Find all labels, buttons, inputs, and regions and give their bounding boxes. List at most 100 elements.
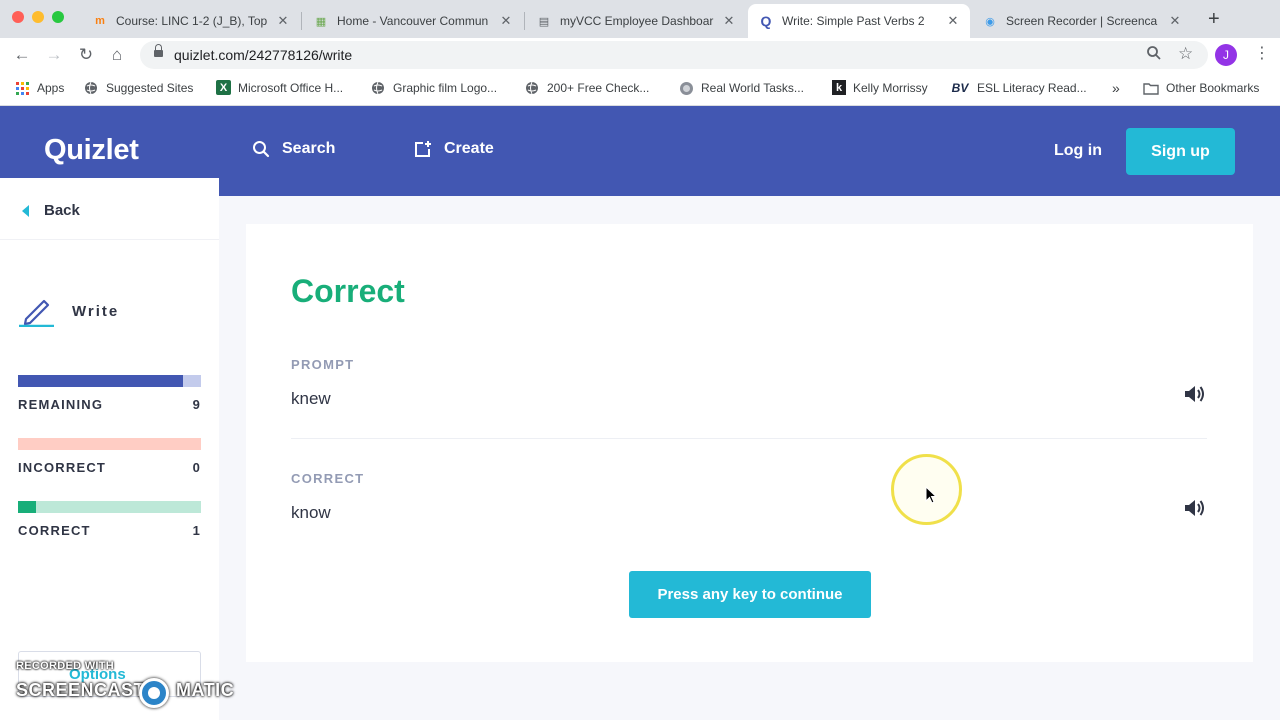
bookmarks-bar: Apps Suggested Sites X Microsoft Office … bbox=[0, 72, 1280, 106]
bookmark-label: Other Bookmarks bbox=[1166, 81, 1260, 95]
progress-fill bbox=[18, 375, 183, 387]
progress-label: CORRECT bbox=[18, 523, 91, 538]
browser-tab-screencast[interactable]: ◉ Screen Recorder | Screenca ✕ bbox=[972, 4, 1192, 38]
profile-avatar[interactable]: J bbox=[1215, 44, 1237, 66]
correct-value: know bbox=[291, 503, 331, 522]
signup-button[interactable]: Sign up bbox=[1126, 128, 1235, 175]
tab-title: Home - Vancouver Commun bbox=[337, 14, 489, 28]
progress-bar bbox=[18, 375, 201, 387]
bookmark-other-bookmarks[interactable]: Other Bookmarks bbox=[1143, 80, 1259, 96]
bookmark-apps[interactable]: Apps bbox=[14, 80, 64, 96]
progress-fill bbox=[18, 501, 37, 513]
watermark-top-text: RECORDED WITH bbox=[16, 660, 115, 672]
k-icon: k bbox=[832, 80, 846, 95]
zoom-magnifier-icon[interactable] bbox=[1146, 45, 1162, 65]
bookmarks-overflow-chevron-icon[interactable]: » bbox=[1112, 80, 1120, 96]
globe-icon bbox=[83, 80, 99, 96]
watermark-left-text: SCREENCAST bbox=[16, 680, 146, 700]
quizlet-logo[interactable]: Quizlet bbox=[44, 134, 139, 167]
screencast-logo-icon bbox=[139, 678, 169, 708]
correct-audio-speaker-icon[interactable] bbox=[1183, 497, 1207, 519]
bookmark-microsoft-office[interactable]: X Microsoft Office H... bbox=[216, 80, 343, 95]
bookmark-label: Microsoft Office H... bbox=[238, 80, 344, 95]
tab-title: Course: LINC 1-2 (J_B), Top bbox=[116, 14, 268, 28]
header-search-button[interactable]: Search bbox=[252, 140, 335, 158]
result-heading: Correct bbox=[291, 273, 405, 309]
browser-tab-bar: m Course: LINC 1-2 (J_B), Top ✕ ▦ Home -… bbox=[0, 0, 1280, 38]
tab-close-icon[interactable]: ✕ bbox=[499, 13, 513, 29]
bookmark-real-world-tasks[interactable]: Real World Tasks... bbox=[678, 80, 804, 96]
progress-label: INCORRECT bbox=[18, 460, 107, 475]
browser-toolbar: ← → ↻ ⌂ quizlet.com/242778126/write ☆ J … bbox=[0, 38, 1280, 72]
mode-label: Write bbox=[72, 302, 120, 320]
mouse-pointer-icon bbox=[925, 486, 937, 504]
bookmark-label: Apps bbox=[37, 81, 65, 95]
tab-close-icon[interactable]: ✕ bbox=[722, 13, 736, 29]
progress-bar bbox=[18, 438, 201, 450]
create-label: Create bbox=[444, 140, 494, 157]
bookmark-esl-literacy[interactable]: BV ESL Literacy Read... bbox=[950, 80, 1087, 96]
sidebar-divider bbox=[0, 239, 219, 240]
back-button[interactable]: Back bbox=[22, 202, 80, 219]
progress-remaining: REMAINING 9 bbox=[18, 375, 201, 412]
globe-icon bbox=[370, 80, 386, 96]
address-bar[interactable]: quizlet.com/242778126/write ☆ bbox=[140, 41, 1208, 69]
document-favicon-icon: ▤ bbox=[538, 15, 550, 28]
tab-close-icon[interactable]: ✕ bbox=[276, 13, 290, 29]
bookmark-suggested-sites[interactable]: Suggested Sites bbox=[83, 80, 193, 96]
bookmark-label: Suggested Sites bbox=[106, 81, 194, 95]
forward-arrow-icon[interactable]: → bbox=[44, 45, 64, 65]
login-link[interactable]: Log in bbox=[1054, 142, 1102, 160]
back-label: Back bbox=[44, 202, 80, 219]
bookmark-label: 200+ Free Check... bbox=[547, 81, 650, 95]
write-pen-icon bbox=[19, 299, 54, 327]
progress-incorrect: INCORRECT 0 bbox=[18, 438, 201, 475]
prompt-audio-speaker-icon[interactable] bbox=[1183, 383, 1207, 405]
browser-tab-vcc-home[interactable]: ▦ Home - Vancouver Commun ✕ bbox=[303, 4, 523, 38]
screencast-favicon-icon: ◉ bbox=[985, 15, 995, 28]
folder-icon bbox=[1143, 80, 1159, 96]
bookmark-star-icon[interactable]: ☆ bbox=[1178, 44, 1193, 64]
window-minimize-button[interactable] bbox=[32, 11, 44, 23]
bookmark-label: Kelly Morrissy bbox=[853, 80, 928, 95]
search-icon bbox=[253, 141, 270, 158]
answer-feedback-card: Correct PROMPT knew CORRECT know Press a… bbox=[246, 224, 1253, 662]
tab-close-icon[interactable]: ✕ bbox=[1168, 13, 1182, 29]
progress-bar bbox=[18, 501, 201, 513]
globe-icon bbox=[524, 80, 540, 96]
bookmark-kelly-morrissy[interactable]: k Kelly Morrissy bbox=[832, 80, 928, 95]
bookmark-label: ESL Literacy Read... bbox=[977, 81, 1087, 95]
new-tab-plus-icon[interactable]: + bbox=[1208, 9, 1220, 29]
bookmark-label: Graphic film Logo... bbox=[393, 81, 498, 95]
browser-menu-icon[interactable]: ⋮ bbox=[1254, 44, 1270, 64]
quizlet-favicon-icon: Q bbox=[760, 13, 772, 29]
bookmark-graphic-film[interactable]: Graphic film Logo... bbox=[370, 80, 497, 96]
bv-icon: BV bbox=[951, 81, 969, 95]
browser-tab-quizlet-write[interactable]: Q Write: Simple Past Verbs 2 ✕ bbox=[748, 4, 970, 38]
window-zoom-button[interactable] bbox=[52, 11, 64, 23]
progress-count: 9 bbox=[192, 397, 201, 412]
continue-button[interactable]: Press any key to continue bbox=[629, 571, 871, 618]
search-label: Search bbox=[282, 140, 336, 157]
header-create-button[interactable]: Create bbox=[414, 140, 494, 158]
lock-icon bbox=[154, 44, 163, 60]
address-url[interactable]: quizlet.com/242778126/write bbox=[174, 47, 352, 63]
moodle-favicon-icon: m bbox=[95, 15, 105, 27]
tab-title: Screen Recorder | Screenca bbox=[1006, 14, 1158, 28]
window-close-button[interactable] bbox=[12, 11, 24, 23]
bookmark-free-check[interactable]: 200+ Free Check... bbox=[524, 80, 649, 96]
study-mode-indicator: Write bbox=[18, 295, 119, 327]
back-arrow-icon[interactable]: ← bbox=[12, 45, 32, 65]
reload-icon[interactable]: ↻ bbox=[76, 45, 96, 65]
tab-separator bbox=[524, 12, 525, 30]
screencast-watermark: RECORDED WITH SCREENCAST MATIC bbox=[16, 660, 246, 712]
back-triangle-icon bbox=[22, 204, 29, 217]
browser-tab-linc-course[interactable]: m Course: LINC 1-2 (J_B), Top ✕ bbox=[82, 4, 300, 38]
browser-tab-myvcc[interactable]: ▤ myVCC Employee Dashboar ✕ bbox=[526, 4, 746, 38]
correct-label: CORRECT bbox=[291, 471, 365, 486]
apps-grid-icon bbox=[14, 80, 30, 96]
home-icon[interactable]: ⌂ bbox=[107, 45, 127, 65]
prompt-value: knew bbox=[291, 389, 331, 408]
tab-close-icon[interactable]: ✕ bbox=[946, 13, 960, 29]
vcc-favicon-icon: ▦ bbox=[315, 15, 327, 28]
